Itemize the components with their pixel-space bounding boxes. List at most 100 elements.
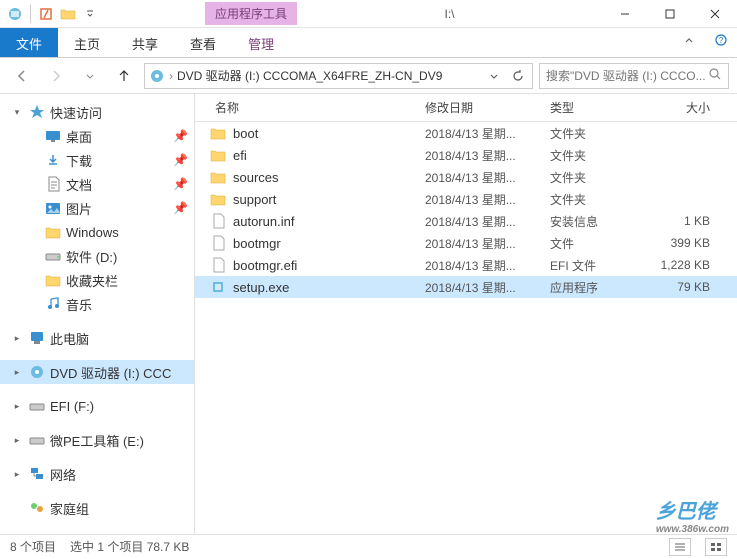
new-folder-icon[interactable] [59, 5, 77, 23]
sidebar-item-wepe[interactable]: ▸微PE工具箱 (E:) [0, 428, 194, 452]
file-icon [209, 234, 227, 252]
file-icon [209, 256, 227, 274]
tab-view[interactable]: 查看 [174, 28, 232, 57]
chevron-right-icon[interactable]: ▸ [10, 467, 24, 481]
exe-icon [209, 278, 227, 296]
file-type: 文件夹 [550, 191, 640, 208]
chevron-right-icon[interactable]: ▸ [10, 433, 24, 447]
column-name[interactable]: 名称 [195, 99, 425, 116]
drive-icon [28, 397, 46, 415]
folder-icon [209, 146, 227, 164]
chevron-right-icon[interactable]: ▸ [10, 399, 24, 413]
minimize-button[interactable] [602, 0, 647, 28]
help-icon[interactable]: ? [705, 28, 737, 57]
chevron-right-icon[interactable]: ▸ [10, 365, 24, 379]
file-name: boot [233, 126, 425, 141]
download-icon [44, 151, 62, 169]
app-icon[interactable] [6, 5, 24, 23]
tab-home[interactable]: 主页 [58, 28, 116, 57]
column-date[interactable]: 修改日期 [425, 99, 550, 116]
file-name: bootmgr [233, 236, 425, 251]
file-type: 文件夹 [550, 169, 640, 186]
view-large-icon[interactable] [705, 538, 727, 556]
file-date: 2018/4/13 星期... [425, 235, 550, 252]
file-size: 399 KB [640, 236, 720, 250]
column-size[interactable]: 大小 [640, 99, 720, 116]
breadcrumb-path[interactable]: DVD 驱动器 (I:) CCCOMA_X64FRE_ZH-CN_DV9 [177, 67, 480, 84]
properties-icon[interactable] [37, 5, 55, 23]
title-bar: 应用程序工具 I:\ [0, 0, 737, 28]
maximize-button[interactable] [647, 0, 692, 28]
sidebar-item-downloads[interactable]: 下载📌 [0, 148, 194, 172]
svg-text:?: ? [719, 36, 724, 45]
sidebar-item-software-d[interactable]: 软件 (D:) [0, 244, 194, 268]
contextual-tool-tab[interactable]: 应用程序工具 [205, 2, 297, 25]
window-title: I:\ [297, 7, 602, 21]
up-button[interactable] [110, 62, 138, 90]
sidebar-item-this-pc[interactable]: ▸此电脑 [0, 326, 194, 350]
file-date: 2018/4/13 星期... [425, 213, 550, 230]
ribbon-expand-icon[interactable] [673, 28, 705, 57]
sidebar-item-homegroup[interactable]: 家庭组 [0, 496, 194, 520]
tab-share[interactable]: 共享 [116, 28, 174, 57]
file-name: setup.exe [233, 280, 425, 295]
sidebar-item-dvd[interactable]: ▸DVD 驱动器 (I:) CCC [0, 360, 194, 384]
qat-dropdown-icon[interactable] [81, 5, 99, 23]
view-details-icon[interactable] [669, 538, 691, 556]
sidebar-item-network[interactable]: ▸网络 [0, 462, 194, 486]
folder-icon [44, 223, 62, 241]
file-row[interactable]: efi2018/4/13 星期...文件夹 [195, 144, 737, 166]
file-row[interactable]: support2018/4/13 星期...文件夹 [195, 188, 737, 210]
search-icon[interactable] [708, 67, 722, 84]
chevron-down-icon[interactable]: ▾ [10, 105, 24, 119]
sidebar-item-documents[interactable]: 文档📌 [0, 172, 194, 196]
desktop-icon [44, 127, 62, 145]
file-row[interactable]: autorun.inf2018/4/13 星期...安装信息1 KB [195, 210, 737, 232]
network-icon [28, 465, 46, 483]
recent-dropdown-icon[interactable] [76, 62, 104, 90]
tab-file[interactable]: 文件 [0, 28, 58, 57]
close-button[interactable] [692, 0, 737, 28]
file-row[interactable]: bootmgr2018/4/13 星期...文件399 KB [195, 232, 737, 254]
file-list[interactable]: boot2018/4/13 星期...文件夹efi2018/4/13 星期...… [195, 122, 737, 534]
file-name: bootmgr.efi [233, 258, 425, 273]
search-box[interactable] [539, 63, 729, 89]
sidebar-item-music[interactable]: 音乐 [0, 292, 194, 316]
folder-icon [209, 124, 227, 142]
file-date: 2018/4/13 星期... [425, 257, 550, 274]
search-input[interactable] [546, 69, 708, 83]
sidebar-item-desktop[interactable]: 桌面📌 [0, 124, 194, 148]
refresh-icon[interactable] [508, 66, 528, 86]
pin-icon: 📌 [173, 153, 188, 167]
document-icon [44, 175, 62, 193]
back-button[interactable] [8, 62, 36, 90]
status-item-count: 8 个项目 [10, 538, 56, 555]
file-type: 文件夹 [550, 147, 640, 164]
sidebar-item-efi[interactable]: ▸EFI (F:) [0, 394, 194, 418]
column-type[interactable]: 类型 [550, 99, 640, 116]
address-bar: › DVD 驱动器 (I:) CCCOMA_X64FRE_ZH-CN_DV9 [0, 58, 737, 94]
sidebar-item-quick-access[interactable]: ▾快速访问 [0, 100, 194, 124]
file-row[interactable]: setup.exe2018/4/13 星期...应用程序79 KB [195, 276, 737, 298]
file-row[interactable]: boot2018/4/13 星期...文件夹 [195, 122, 737, 144]
file-size: 1 KB [640, 214, 720, 228]
file-row[interactable]: sources2018/4/13 星期...文件夹 [195, 166, 737, 188]
file-name: sources [233, 170, 425, 185]
address-dropdown-icon[interactable] [484, 66, 504, 86]
chevron-right-icon[interactable]: ▸ [10, 331, 24, 345]
tab-manage[interactable]: 管理 [232, 28, 290, 57]
breadcrumb-separator: › [169, 69, 173, 83]
file-type: 安装信息 [550, 213, 640, 230]
file-list-pane: 名称 修改日期 类型 大小 boot2018/4/13 星期...文件夹efi2… [195, 94, 737, 534]
file-date: 2018/4/13 星期... [425, 147, 550, 164]
sidebar-item-favorites-bar[interactable]: 收藏夹栏 [0, 268, 194, 292]
file-row[interactable]: bootmgr.efi2018/4/13 星期...EFI 文件1,228 KB [195, 254, 737, 276]
file-icon [209, 212, 227, 230]
quick-access-toolbar [0, 5, 105, 23]
pin-icon: 📌 [173, 201, 188, 215]
forward-button[interactable] [42, 62, 70, 90]
address-field[interactable]: › DVD 驱动器 (I:) CCCOMA_X64FRE_ZH-CN_DV9 [144, 63, 533, 89]
sidebar-item-windows[interactable]: Windows [0, 220, 194, 244]
picture-icon [44, 199, 62, 217]
sidebar-item-pictures[interactable]: 图片📌 [0, 196, 194, 220]
